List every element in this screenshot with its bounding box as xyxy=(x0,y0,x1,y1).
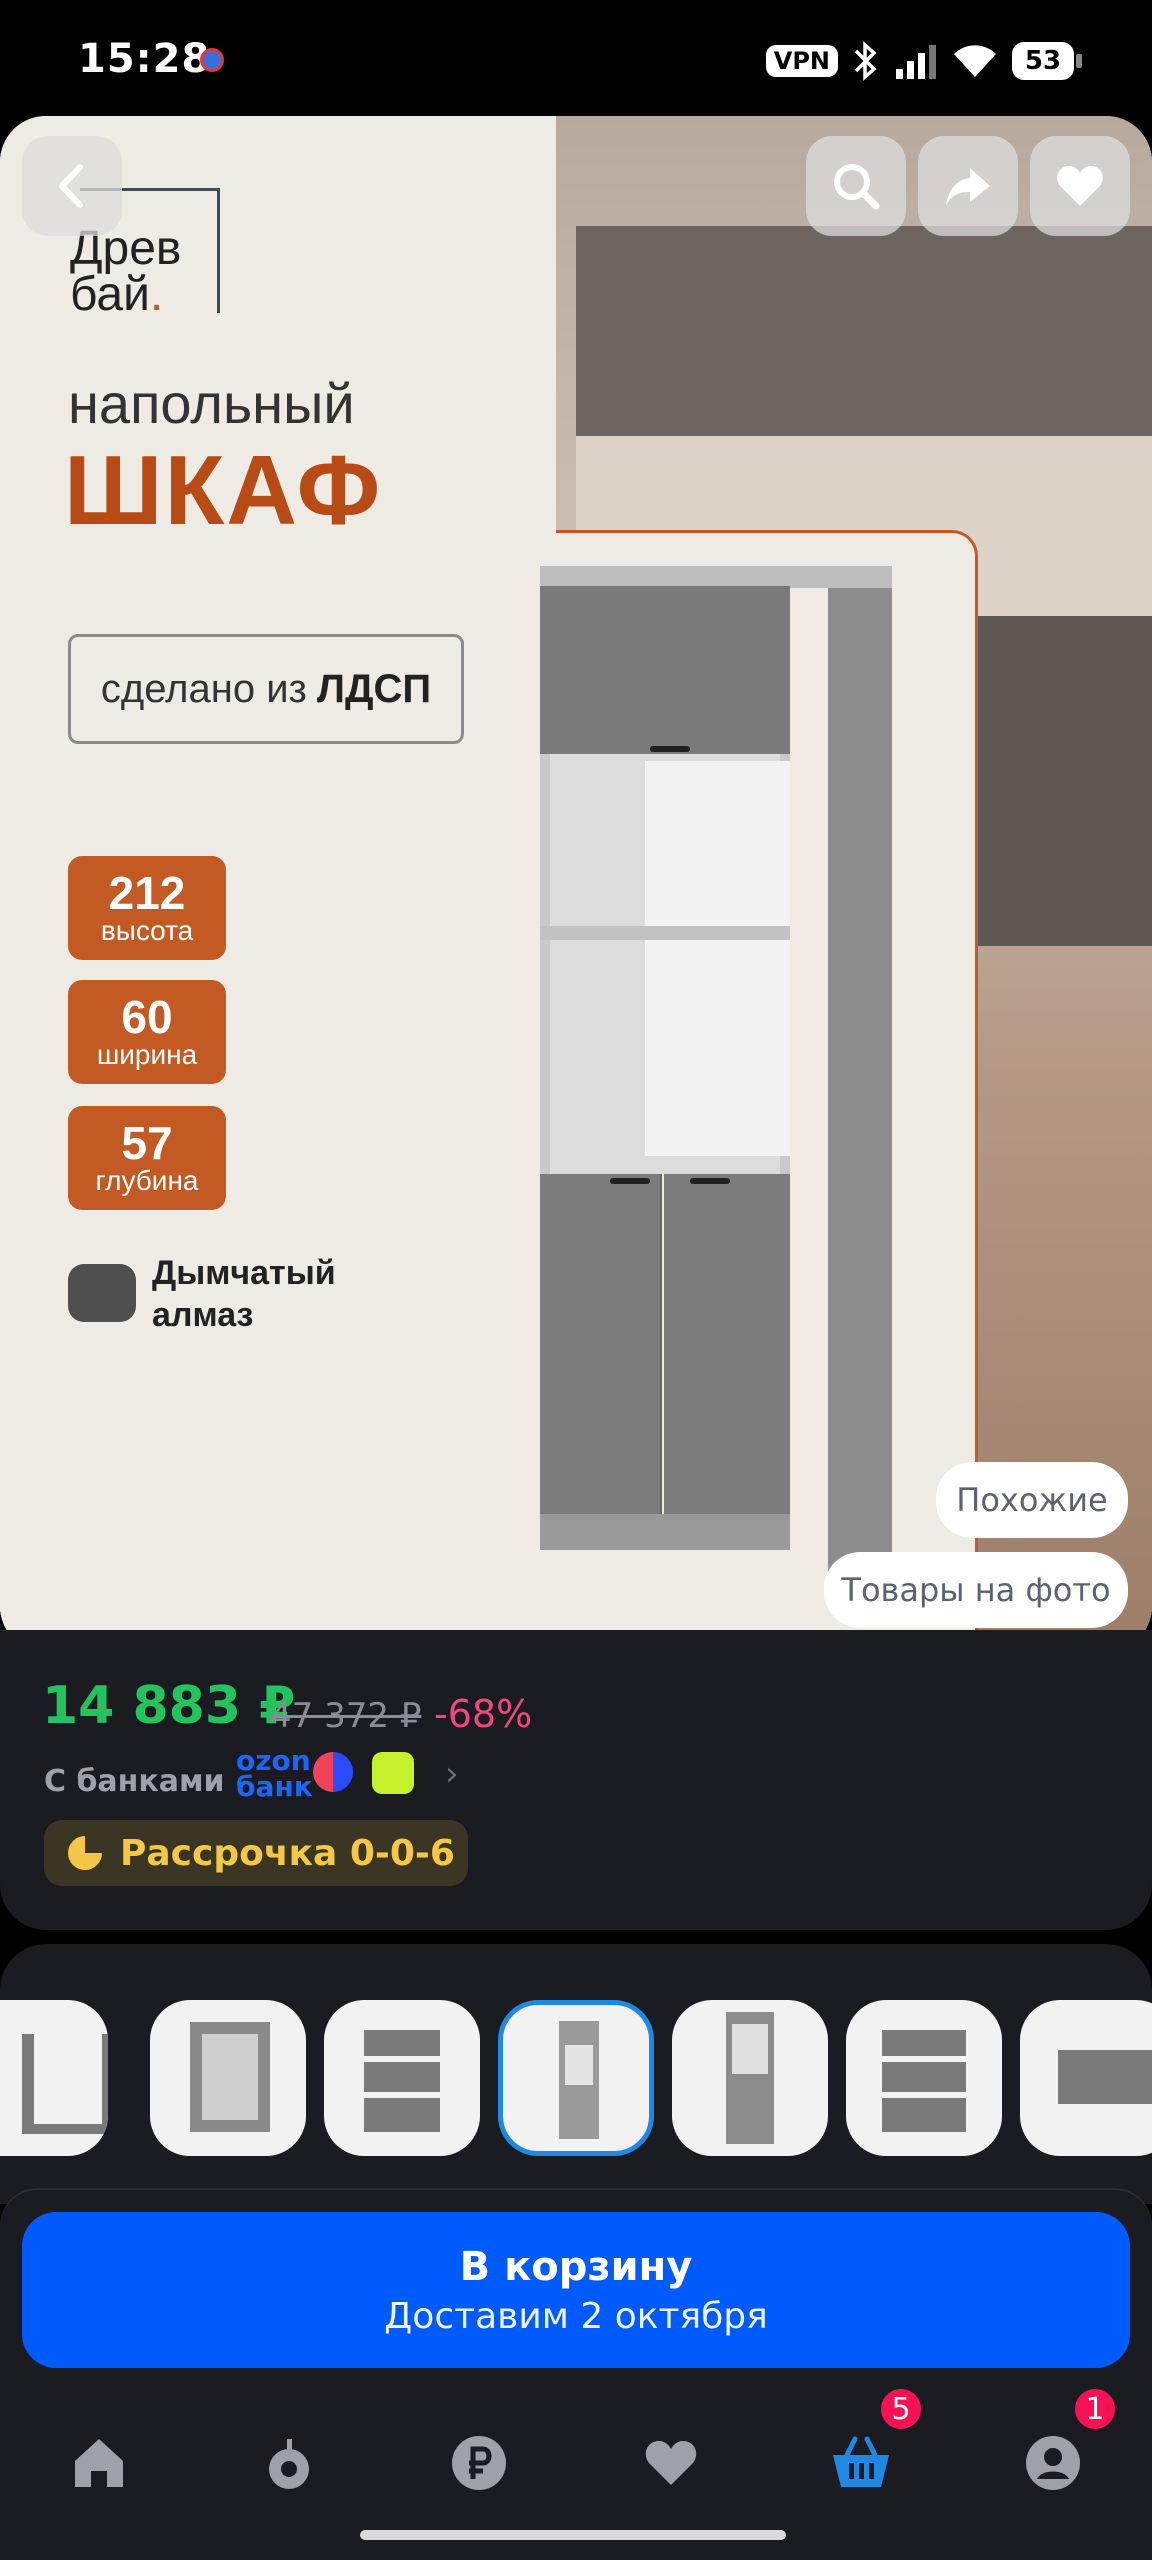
bottom-panel: В корзину Доставим 2 октября xyxy=(0,2188,1152,2560)
nav-cart[interactable] xyxy=(826,2428,896,2498)
back-button[interactable] xyxy=(22,136,122,236)
home-indicator[interactable] xyxy=(360,2530,786,2540)
width-badge: 60 ширина xyxy=(68,980,226,1084)
variant-thumbnail-selected[interactable] xyxy=(498,2000,654,2156)
wifi-icon xyxy=(954,45,996,77)
depth-badge: 57 глубина xyxy=(68,1106,226,1210)
price-section: 14 883 ₽ 47 372 ₽ -68% С банками ozon ба… xyxy=(0,1630,1152,1930)
product-hero-image[interactable]: Древ бай. напольный ШКАФ сделано из ЛДСП … xyxy=(0,116,1152,1652)
status-icons: VPN 53 xyxy=(765,36,1082,86)
pie-chart-icon xyxy=(68,1836,102,1870)
basket-icon xyxy=(833,2436,889,2487)
material-box: сделано из ЛДСП xyxy=(68,634,464,744)
add-to-cart-button[interactable]: В корзину Доставим 2 октября xyxy=(22,2212,1130,2368)
color-name: Дымчатый алмаз xyxy=(152,1254,336,1334)
variant-thumbnail[interactable] xyxy=(1020,2000,1152,2156)
bank-logo-icon xyxy=(313,1752,353,1792)
height-badge: 212 высота xyxy=(68,856,226,960)
heading-cabinet: ШКАФ xyxy=(64,435,383,545)
status-bar: 15:28 VPN 53 xyxy=(0,0,1152,118)
bluetooth-icon xyxy=(854,41,877,81)
variant-thumbnail[interactable] xyxy=(846,2000,1002,2156)
brand-logo: Древ бай. xyxy=(70,222,182,321)
installment-label: Рассрочка 0-0-6 xyxy=(120,1832,455,1874)
photo-items-button[interactable]: Товары на фото xyxy=(824,1552,1128,1628)
chevron-right-icon[interactable]: › xyxy=(445,1754,459,1794)
variant-thumbnail[interactable] xyxy=(324,2000,480,2156)
apple-icon xyxy=(269,2439,309,2489)
current-price: 14 883 ₽ xyxy=(42,1676,296,1736)
search-button[interactable] xyxy=(806,136,906,236)
nav-favorites[interactable] xyxy=(636,2428,706,2498)
variant-thumbnail[interactable] xyxy=(150,2000,306,2156)
share-icon xyxy=(946,168,990,206)
notification-app-icon xyxy=(200,48,224,72)
installment-badge[interactable]: Рассрочка 0-0-6 xyxy=(44,1820,468,1886)
status-time: 15:28 xyxy=(78,36,211,82)
heading-floor: напольный xyxy=(68,372,355,435)
home-icon xyxy=(75,2439,123,2487)
signal-icon xyxy=(896,45,936,79)
variant-thumbnail[interactable] xyxy=(0,2000,108,2156)
ruble-icon xyxy=(452,2436,506,2490)
variants-carousel[interactable] xyxy=(0,1944,1152,2204)
nav-fresh[interactable] xyxy=(254,2428,324,2498)
nav-finance[interactable] xyxy=(444,2428,514,2498)
similar-button[interactable]: Похожие xyxy=(936,1462,1128,1538)
old-price: 47 372 ₽ xyxy=(270,1696,422,1736)
banks-label[interactable]: С банками xyxy=(44,1764,225,1799)
profile-badge: 1 xyxy=(1072,2386,1118,2432)
cabinet-illustration xyxy=(540,566,892,1596)
variant-thumbnail[interactable] xyxy=(672,2000,828,2156)
ozon-bank-logo: ozon банк xyxy=(236,1744,313,1803)
nav-profile[interactable] xyxy=(1018,2428,1088,2498)
favorite-button[interactable] xyxy=(1030,136,1130,236)
search-icon xyxy=(834,164,880,210)
add-to-cart-label: В корзину xyxy=(459,2243,693,2290)
delivery-date: Доставим 2 октября xyxy=(384,2295,768,2337)
cart-count-badge: 5 xyxy=(878,2386,924,2432)
chevron-left-icon xyxy=(59,164,83,208)
bank-logo-icon-2 xyxy=(372,1752,414,1794)
profile-icon xyxy=(1026,2436,1080,2490)
share-button[interactable] xyxy=(918,136,1018,236)
vpn-icon: VPN xyxy=(765,45,838,77)
color-swatch xyxy=(68,1264,136,1322)
heart-icon xyxy=(645,2441,697,2485)
nav-home[interactable] xyxy=(64,2428,134,2498)
heart-icon xyxy=(1057,166,1103,206)
discount-badge: -68% xyxy=(434,1692,533,1736)
battery-icon: 53 xyxy=(1012,42,1082,80)
